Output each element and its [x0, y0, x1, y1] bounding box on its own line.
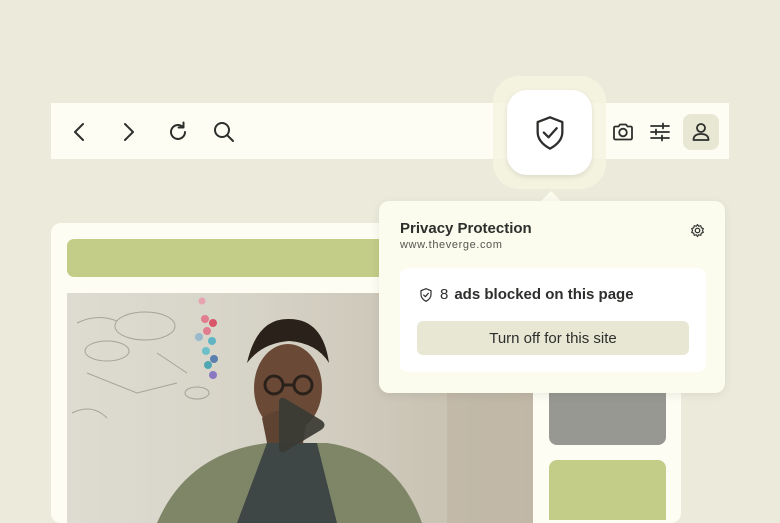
search-icon: [214, 122, 234, 142]
popup-settings-button[interactable]: [687, 220, 707, 240]
blocked-ads-card: 8 ads blocked on this page Turn off for …: [400, 268, 706, 372]
camera-icon: [613, 123, 633, 141]
privacy-protection-button[interactable]: [507, 90, 592, 175]
screenshot-button[interactable]: [606, 115, 640, 149]
page-header-bar: [67, 239, 397, 277]
shield-check-small-icon: [420, 287, 432, 302]
privacy-protection-popup: Privacy Protection www.theverge.com 8 ad…: [379, 201, 725, 393]
sliders-icon: [650, 122, 670, 142]
popup-site-url: www.theverge.com: [400, 239, 503, 251]
shield-check-icon: [536, 115, 563, 150]
forward-button[interactable]: [111, 115, 145, 149]
turn-off-for-site-button[interactable]: Turn off for this site: [417, 321, 689, 355]
settings-sliders-button[interactable]: [643, 115, 677, 149]
gear-icon: [690, 223, 704, 237]
search-button[interactable]: [207, 115, 241, 149]
ads-blocked-count: 8: [440, 286, 449, 303]
sidebar-placeholder-gray: [549, 385, 666, 445]
ads-blocked-label: ads blocked on this page: [454, 286, 634, 303]
browser-toolbar: [51, 103, 729, 159]
profile-button[interactable]: [683, 114, 719, 150]
back-button[interactable]: [63, 115, 97, 149]
user-icon: [692, 123, 710, 141]
reload-button[interactable]: [161, 115, 195, 149]
sidebar-placeholder-green: [549, 460, 666, 520]
reload-icon: [170, 121, 186, 140]
ads-blocked-row: 8 ads blocked on this page: [418, 286, 634, 303]
back-arrow-icon: [74, 123, 84, 141]
popup-title: Privacy Protection: [400, 220, 532, 237]
forward-arrow-icon: [124, 123, 134, 141]
